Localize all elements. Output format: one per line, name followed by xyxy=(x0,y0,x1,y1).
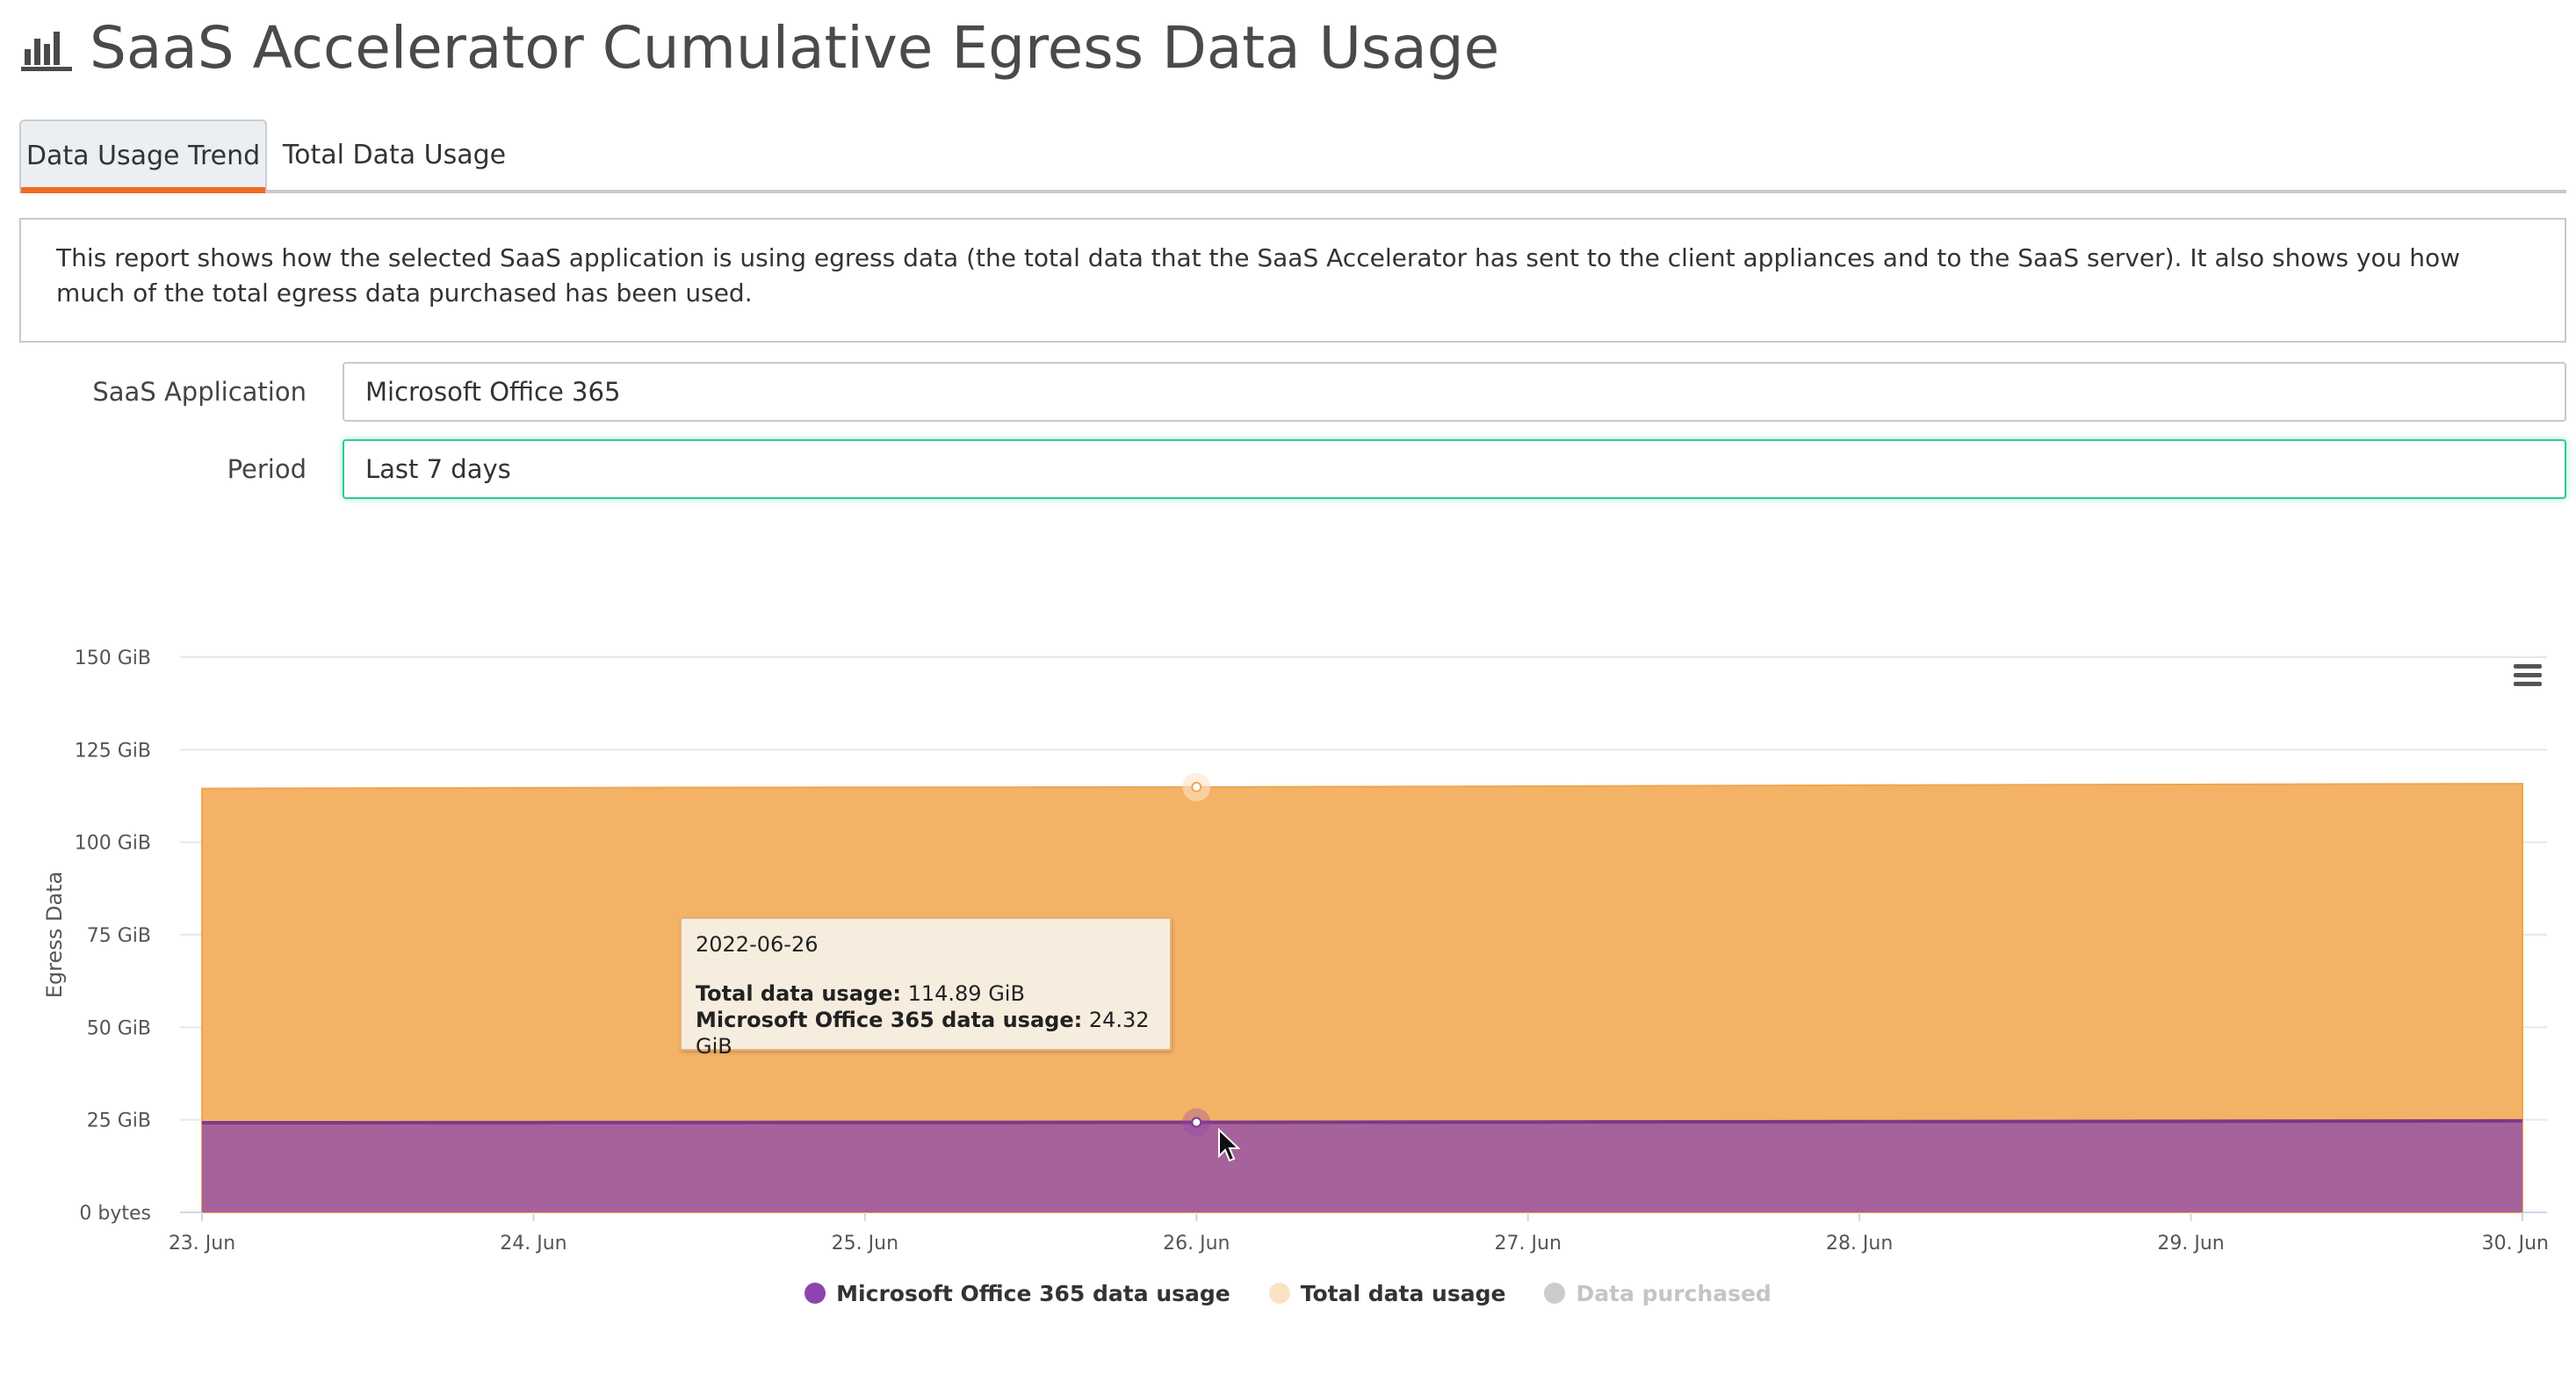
tab-total-data-usage[interactable]: Total Data Usage xyxy=(267,119,522,190)
area-app-data-usage xyxy=(202,1120,2522,1212)
tab-bar: Data Usage Trend Total Data Usage xyxy=(19,119,2566,193)
tooltip-app-row: Microsoft Office 365 data usage: 24.32 G… xyxy=(696,1007,1156,1059)
tab-data-usage-trend[interactable]: Data Usage Trend xyxy=(19,119,267,193)
legend-item-total[interactable]: Total data usage xyxy=(1268,1280,1506,1306)
header: SaaS Accelerator Cumulative Egress Data … xyxy=(19,12,1499,83)
y-tick-label: 75 GiB xyxy=(87,925,151,947)
legend-item-purchased[interactable]: Data purchased xyxy=(1544,1281,1771,1306)
legend-item-app[interactable]: Microsoft Office 365 data usage xyxy=(805,1281,1230,1306)
data-point-total xyxy=(1191,781,1202,792)
chart-tooltip: 2022-06-26 Total data usage: 114.89 GiB … xyxy=(680,917,1172,1059)
page-title: SaaS Accelerator Cumulative Egress Data … xyxy=(90,13,1500,82)
period-row: Period Last 7 days xyxy=(19,439,2566,499)
report-description: This report shows how the selected SaaS … xyxy=(19,218,2566,343)
x-tick-label: 23. Jun xyxy=(169,1233,235,1255)
x-tick-label: 28. Jun xyxy=(1826,1233,1893,1255)
x-tick-label: 24. Jun xyxy=(500,1233,566,1255)
tooltip-total-row: Total data usage: 114.89 GiB xyxy=(696,980,1156,1007)
tooltip-app-label: Microsoft Office 365 data usage: xyxy=(696,1008,1083,1032)
legend-dot-app xyxy=(805,1283,826,1304)
tooltip-date: 2022-06-26 xyxy=(696,932,819,957)
y-tick-label: 150 GiB xyxy=(75,647,151,669)
saas-application-select[interactable]: Microsoft Office 365 xyxy=(343,362,2566,422)
bar-chart-icon xyxy=(21,32,72,71)
y-tick-label: 25 GiB xyxy=(87,1110,151,1132)
y-tick-label: 50 GiB xyxy=(87,1017,151,1039)
x-tick-label: 25. Jun xyxy=(832,1233,898,1255)
legend-label-total: Total data usage xyxy=(1300,1280,1506,1306)
saas-application-label: SaaS Application xyxy=(92,377,307,407)
legend-label-purchased: Data purchased xyxy=(1576,1280,1771,1306)
line-app-data-usage xyxy=(201,1118,2523,1125)
x-tick-label: 27. Jun xyxy=(1495,1233,1562,1255)
tooltip-total-label: Total data usage: xyxy=(696,981,901,1006)
tooltip-total-value: 114.89 GiB xyxy=(907,981,1025,1006)
x-tick-label: 29. Jun xyxy=(2157,1233,2224,1255)
period-select[interactable]: Last 7 days xyxy=(343,439,2566,499)
y-tick-label: 125 GiB xyxy=(75,740,151,762)
y-tick-label: 100 GiB xyxy=(75,833,151,855)
x-tick-label: 30. Jun xyxy=(2482,1233,2549,1255)
legend-dot-total xyxy=(1268,1283,1290,1304)
page: SaaS Accelerator Cumulative Egress Data … xyxy=(0,0,2576,1374)
legend-label-app: Microsoft Office 365 data usage xyxy=(836,1280,1230,1306)
egress-area-chart: 0 bytes 25 GiB 50 GiB 75 GiB 100 GiB 125 GiB 1… xyxy=(42,647,2549,1255)
legend-dot-purchased xyxy=(1544,1283,1566,1304)
saas-application-row: SaaS Application Microsoft Office 365 xyxy=(19,362,2566,422)
chart-legend: Microsoft Office 365 data usage Total da… xyxy=(0,1276,2576,1311)
mouse-cursor-icon xyxy=(1218,1128,1240,1162)
y-axis-title: Egress Data xyxy=(42,871,67,998)
hamburger-menu-icon[interactable] xyxy=(2508,661,2547,691)
period-label: Period xyxy=(227,454,307,484)
x-tick-label: 26. Jun xyxy=(1163,1233,1230,1255)
y-tick-label: 0 bytes xyxy=(79,1203,151,1225)
data-point-app xyxy=(1191,1117,1202,1128)
